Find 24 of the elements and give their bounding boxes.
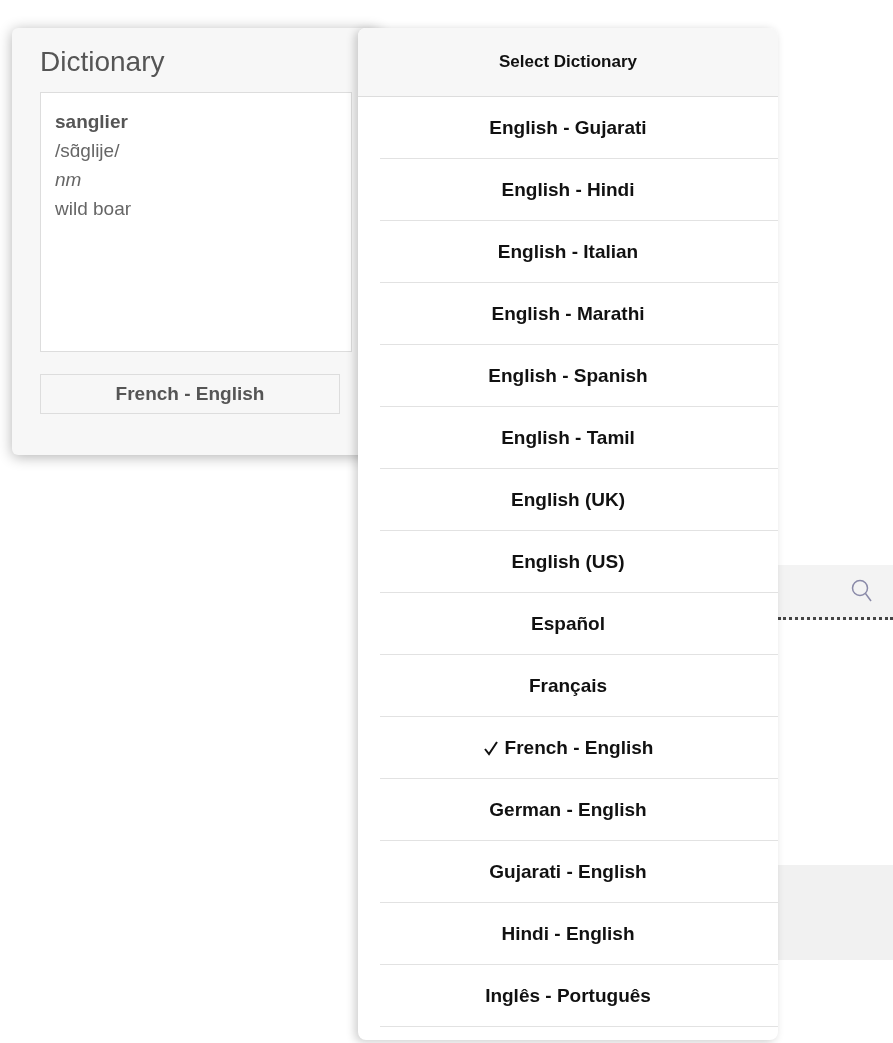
menu-item[interactable]: German - English <box>380 779 778 841</box>
menu-item[interactable]: English - Tamil <box>380 407 778 469</box>
menu-item[interactable]: Hindi - English <box>380 903 778 965</box>
menu-item[interactable]: English - Gujarati <box>380 97 778 159</box>
menu-item[interactable]: Français <box>380 655 778 717</box>
pronunciation: /sɑ̃glije/ <box>55 139 121 163</box>
dictionary-button[interactable]: French - English <box>40 374 340 414</box>
menu-title: Select Dictionary <box>358 28 778 97</box>
search-field[interactable] <box>778 565 893 620</box>
menu-item[interactable]: French - English <box>380 717 778 779</box>
part-of-speech: nm <box>55 168 83 192</box>
menu-item[interactable]: Español <box>380 593 778 655</box>
menu-item[interactable]: English - Spanish <box>380 345 778 407</box>
definition: wild boar <box>55 197 133 221</box>
menu-item[interactable]: English - Italian <box>380 221 778 283</box>
search-icon <box>851 579 873 603</box>
menu-item[interactable]: English - Hindi <box>380 159 778 221</box>
headword: sanglier <box>55 110 129 134</box>
dictionary-title: Dictionary <box>40 46 166 79</box>
menu-item[interactable]: English - Marathi <box>380 283 778 345</box>
menu-item[interactable]: English (US) <box>380 531 778 593</box>
menu-item[interactable]: Inglês - Português <box>380 965 778 1027</box>
menu-item[interactable]: English (UK) <box>380 469 778 531</box>
menu-item[interactable]: Gujarati - English <box>380 841 778 903</box>
